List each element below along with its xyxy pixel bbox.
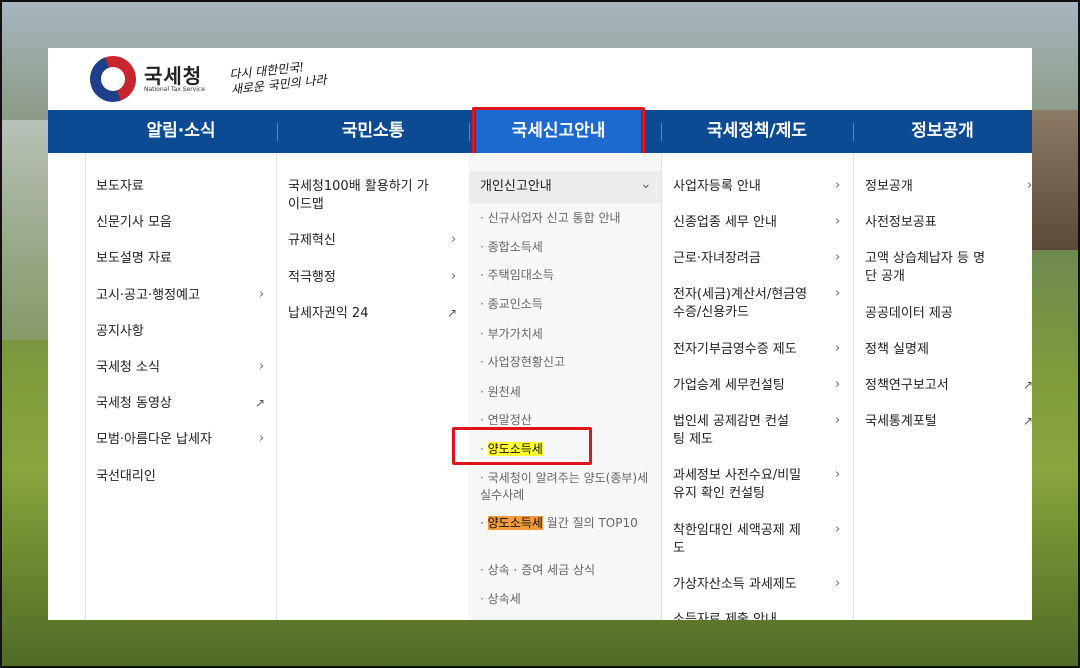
submenu-item-capital-gains-mistakes[interactable]: · 국세청이 알려주는 양도(종부)세 실수사례 [480,470,650,504]
mega-menu-panel: 국세청 National Tax Service 다시 대한민국! 새로운 국민… [48,48,1032,620]
chevron-right-icon: › [835,522,841,537]
submenu-item-income-tax[interactable]: · 종합소득세 [480,239,543,256]
menu-item-business-registration[interactable]: 사업자등록 안내 [673,178,761,196]
menu-item-notice[interactable]: 공지사항 [96,323,144,341]
menu-item-guide-map[interactable]: 국세청100배 활용하기 가이드맵 [288,178,438,214]
menu-item-new-industry[interactable]: 신종업종 세무 안내 [673,214,777,232]
menu-item-e-invoice[interactable]: 전자(세금)계산서/현금영수증/신용카드 [673,286,813,322]
external-link-icon: ↗ [1023,414,1032,428]
menu-item-nts-news[interactable]: 국세청 소식 [96,359,160,377]
chevron-right-icon: › [835,214,841,229]
menu-item-succession-consulting[interactable]: 가업승계 세무컨설팅 [673,377,785,395]
menu-item-virtual-asset[interactable]: 가상자산소득 과세제도 [673,576,797,594]
menu-item-regulation-reform[interactable]: 규제혁신 [288,232,336,250]
submenu-item-inheritance-common[interactable]: · 상속 · 증여 세금 상식 [480,562,595,579]
submenu-item-inheritance-tax[interactable]: · 상속세 [480,591,521,608]
menu-item-research-reports[interactable]: 정책연구보고서 [865,377,949,395]
menu-item-public-data[interactable]: 공공데이터 제공 [865,305,953,323]
menu-item-nts-video[interactable]: 국세청 동영상 [96,395,172,413]
submenu-header-label: 개인신고안내 [480,179,552,194]
menu-item-income-data[interactable]: 소득자료 제출 안내 [673,611,777,620]
menu-item-press-release[interactable]: 보도자료 [96,178,144,196]
chevron-right-icon: › [259,431,265,446]
menu-item-pre-disclosure[interactable]: 사전정보공표 [865,214,937,232]
menu-item-e-donation[interactable]: 전자기부금영수증 제도 [673,341,797,359]
submenu-item-business-status[interactable]: · 사업장현황신고 [480,354,565,371]
submenu-item-rental-income[interactable]: · 주택임대소득 [480,267,554,284]
logo-subtitle: National Tax Service [144,86,205,93]
nav-item-tax-policy[interactable]: 국세정책/제도 [661,110,853,153]
submenu-item-new-business[interactable]: · 신규사업자 신고 통합 안내 [480,210,621,227]
menu-item-notices-announcements[interactable]: 고시·공고·행정예고 [96,287,200,305]
menu-item-delinquent-list[interactable]: 고액 상습체납자 등 명단 공개 [865,250,995,286]
column-divider [661,153,662,620]
menu-item-earned-income-credit[interactable]: 근로·자녀장려금 [673,250,761,268]
column-divider [276,153,277,620]
chevron-right-icon: › [451,269,457,284]
menu-item-news-clipping[interactable]: 신문기사 모음 [96,214,172,232]
menu-item-press-explanation[interactable]: 보도설명 자료 [96,250,172,268]
chevron-right-icon: › [259,287,265,302]
chevron-right-icon: › [835,178,841,193]
menu-item-landlord-credit[interactable]: 착한임대인 세액공제 제도 [673,522,803,558]
nav-item-disclosure[interactable]: 정보공개 [853,110,1032,153]
external-link-icon: ↗ [1023,378,1032,392]
nav-divider [469,123,470,141]
external-link-icon: ↗ [447,306,458,320]
chevron-down-icon: ⌄ [640,176,652,192]
menu-item-public-agent[interactable]: 국선대리인 [96,468,156,486]
chevron-right-icon: › [835,250,841,265]
menu-item-tax-info-consulting[interactable]: 과세정보 사전수요/비밀유지 확인 컨설팅 [673,467,808,503]
menu-item-policy-name[interactable]: 정책 실명제 [865,341,929,359]
nts-emblem-icon[interactable] [83,49,143,109]
submenu-item-monthly-top10[interactable]: · 양도소득세 월간 질의 TOP10 [480,515,650,532]
column-divider [853,153,854,620]
chevron-right-icon: › [1027,178,1032,193]
menu-item-model-taxpayer[interactable]: 모범·아름다운 납세자 [96,431,212,449]
chevron-right-icon: › [835,467,841,482]
highlight-box-capital-gains [452,427,592,465]
chevron-right-icon: › [835,576,841,591]
chevron-right-icon: › [259,359,265,374]
highlight-box-nav [472,107,645,159]
column-divider [85,153,86,620]
menu-item-proactive-admin[interactable]: 적극행정 [288,269,336,287]
submenu-item-religious-income[interactable]: · 종교인소득 [480,296,543,313]
nav-item-communication[interactable]: 국민소통 [277,110,469,153]
chevron-right-icon: › [835,377,841,392]
logo-name[interactable]: 국세청 [144,60,202,89]
nav-item-news[interactable]: 알림·소식 [85,110,277,153]
logo-bar: 국세청 National Tax Service 다시 대한민국! 새로운 국민… [48,48,1032,110]
slogan: 다시 대한민국! 새로운 국민의 나라 [229,56,342,97]
menu-item-taxpayer-rights[interactable]: 납세자권익 24 [288,305,368,323]
menu-item-corporate-tax-consulting[interactable]: 법인세 공제감면 컨설팅 제도 [673,413,793,449]
submenu-item-vat[interactable]: · 부가가치세 [480,326,543,343]
menu-item-tax-statistics[interactable]: 국세통계포털 [865,413,937,431]
submenu-item-withholding[interactable]: · 원천세 [480,384,521,401]
chevron-right-icon: › [835,341,841,356]
chevron-right-icon: › [451,232,457,247]
menu-item-info-disclosure[interactable]: 정보공개 [865,178,913,196]
chevron-right-icon: › [835,286,841,301]
external-link-icon: ↗ [255,396,266,410]
chevron-right-icon: › [835,413,841,428]
